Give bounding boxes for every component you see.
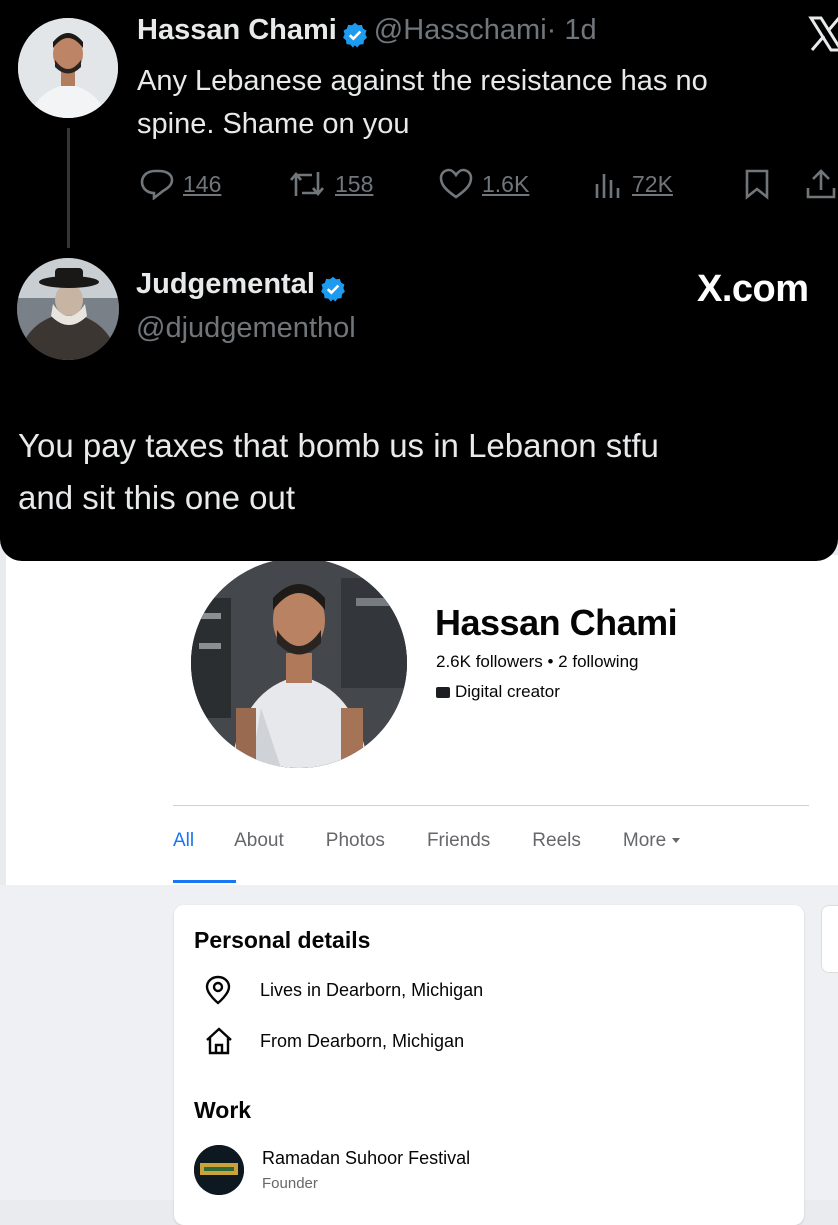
tweet-text-line: Any Lebanese against the resistance has … (137, 65, 708, 97)
x-logo-icon (808, 16, 838, 52)
more-label: More (622, 830, 667, 851)
repost-icon (290, 171, 324, 197)
bookmark-button[interactable] (744, 168, 770, 200)
reply-text-line: You pay taxes that bomb us in Lebanon st… (18, 427, 659, 464)
tab-reels[interactable]: Reels (532, 830, 581, 886)
work-role: Founder (262, 1175, 318, 1192)
profile-name: Hassan Chami (435, 602, 678, 643)
bookmark-icon (745, 169, 769, 200)
reply-icon (140, 169, 174, 200)
category-label: Digital creator (455, 682, 560, 701)
reply-count: 146 (183, 170, 222, 197)
views-icon (595, 174, 620, 198)
reply-text: You pay taxes that bomb us in Lebanon st… (18, 420, 659, 524)
verified-badge-icon (319, 275, 347, 303)
lives-in-row: Lives in Dearborn, Michigan (204, 975, 483, 1005)
tweet-header: Hassan Chami @Hasschami· 1d (137, 14, 597, 49)
thread-connector (67, 128, 70, 248)
personal-details-title: Personal details (194, 927, 371, 953)
reply-button[interactable]: 146 (139, 168, 221, 200)
work-entry[interactable]: Ramadan Suhoor Festival Founder (194, 1145, 470, 1195)
repost-button[interactable]: 158 (287, 168, 373, 200)
like-button[interactable]: 1.6K (438, 168, 529, 200)
reply-author-avatar[interactable] (17, 258, 119, 360)
tab-more[interactable]: More (622, 830, 681, 886)
tab-photos[interactable]: Photos (326, 830, 385, 886)
divider (173, 805, 809, 806)
follower-counts[interactable]: 2.6K followers • 2 following (436, 652, 639, 672)
reply-text-line: and sit this one out (18, 479, 296, 516)
work-place: Ramadan Suhoor Festival (262, 1148, 471, 1168)
location-pin-icon (204, 975, 240, 1005)
reply-header: Judgemental (136, 268, 347, 303)
side-card-edge (821, 905, 838, 973)
tab-about[interactable]: About (234, 830, 284, 886)
tweet-author-avatar[interactable] (18, 18, 118, 118)
reply-author-handle[interactable]: @djudgementhol (136, 312, 356, 345)
home-icon (204, 1026, 240, 1056)
tweet-author-name[interactable]: Hassan Chami (137, 14, 337, 46)
tweet-text: Any Lebanese against the resistance has … (137, 60, 708, 146)
caret-down-icon (672, 838, 681, 844)
tweet-screenshot: Hassan Chami @Hasschami· 1d Any Lebanese… (0, 0, 838, 561)
reply-author-name[interactable]: Judgemental (136, 268, 315, 300)
heart-icon (439, 168, 473, 199)
verified-badge-icon (341, 21, 369, 49)
tab-all[interactable]: All (173, 830, 237, 886)
tweet-author-handle[interactable]: @Hasschami (374, 14, 547, 46)
repost-count: 158 (335, 170, 374, 197)
profile-avatar[interactable] (191, 558, 407, 768)
like-count: 1.6K (482, 170, 530, 197)
tweet-text-line: spine. Shame on you (137, 108, 410, 140)
from-text: From Dearborn, Michigan (260, 1030, 465, 1051)
share-icon (806, 169, 836, 199)
views-count: 72K (632, 170, 673, 197)
share-button[interactable] (804, 168, 838, 200)
work-title: Work (194, 1097, 252, 1123)
views-button[interactable]: 72K (592, 168, 673, 200)
intro-card: Personal details Lives in Dearborn, Mich… (174, 905, 804, 1225)
tab-friends[interactable]: Friends (427, 830, 490, 886)
from-row: From Dearborn, Michigan (204, 1026, 464, 1056)
x-com-watermark: X.com (697, 268, 809, 310)
festival-logo (194, 1145, 244, 1195)
briefcase-icon (436, 686, 450, 698)
profile-category: Digital creator (436, 682, 560, 702)
tweet-time: · 1d (546, 14, 597, 46)
profile-tabs: All About Photos Friends Reels More (173, 830, 722, 886)
lives-in-text: Lives in Dearborn, Michigan (260, 979, 484, 1000)
